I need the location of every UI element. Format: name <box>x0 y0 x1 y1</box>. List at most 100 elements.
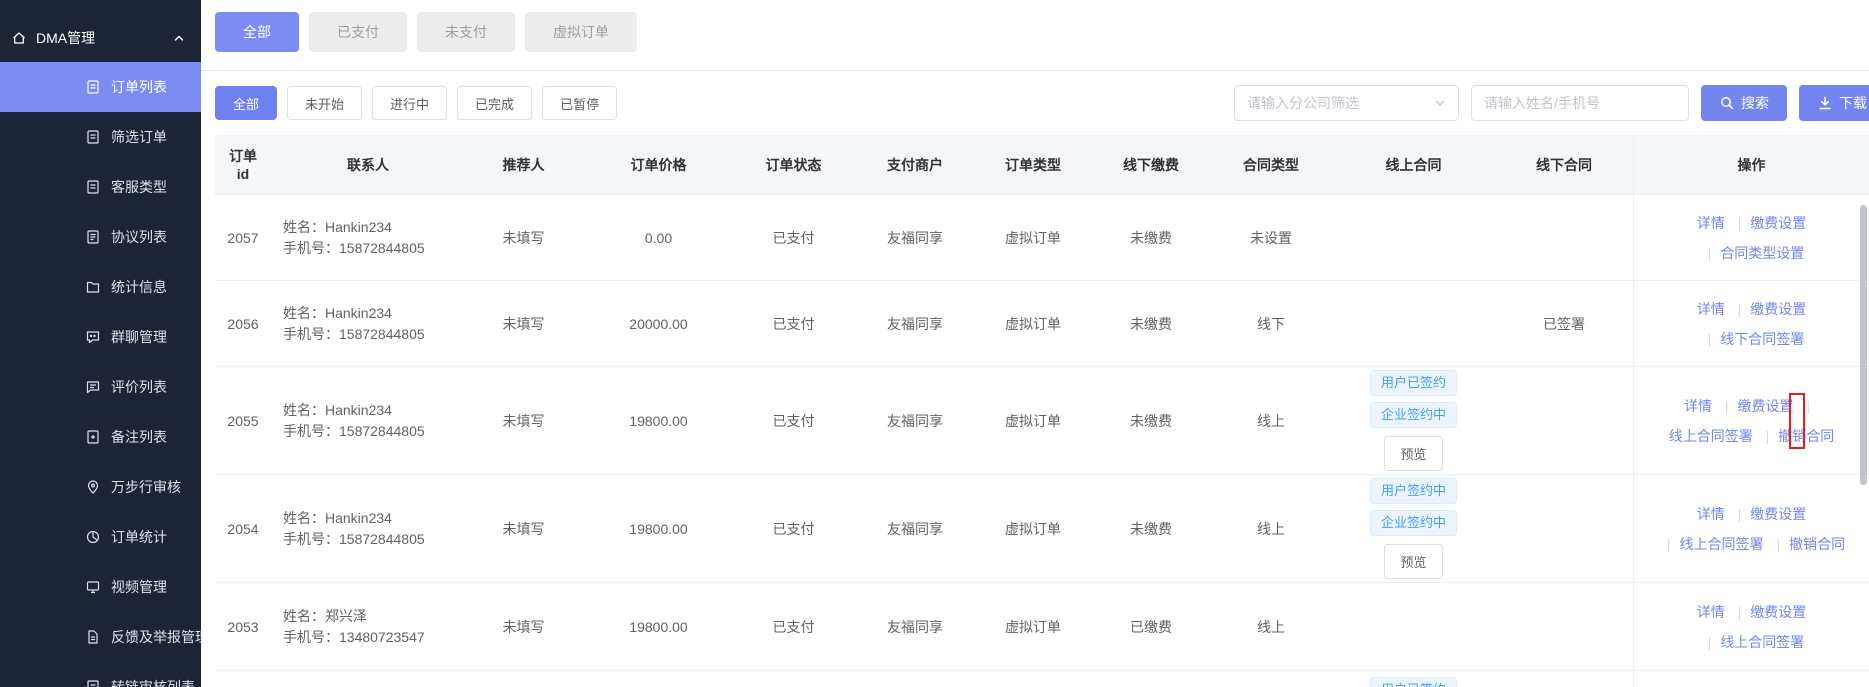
sidebar-item-statistics-info[interactable]: 统计信息 <box>0 262 201 312</box>
action-online-contract-sign-link[interactable]: 线上合同签署 <box>1699 634 1805 650</box>
sidebar-item-label: 评价列表 <box>111 379 167 395</box>
header-merchant: 支付商户 <box>887 156 943 173</box>
chevron-up-icon <box>174 35 184 41</box>
action-detail-link[interactable]: 详情 <box>1697 604 1725 620</box>
order-type-cell: 虚拟订单 <box>1005 412 1061 429</box>
contact-cell: 姓名：郑兴泽 手机号：13480723547 <box>271 583 461 670</box>
offline-pay-cell: 未缴费 <box>1130 229 1172 246</box>
action-online-contract-sign-link[interactable]: 线上合同签署 <box>1658 536 1764 552</box>
sidebar-item-label: 订单列表 <box>111 79 167 95</box>
contract-type-cell: 未设置 <box>1250 229 1292 246</box>
sidebar-item-feedback-report[interactable]: 反馈及举报管理 <box>0 612 201 662</box>
filter-completed-button[interactable]: 已完成 <box>457 86 533 120</box>
branch-filter-placeholder: 请输入分公司筛选 <box>1247 95 1359 111</box>
status-cell: 已支付 <box>772 520 815 537</box>
sidebar-item-review-list[interactable]: 评价列表 <box>0 362 201 412</box>
file-icon <box>88 630 98 644</box>
sidebar-item-label: 客服类型 <box>111 179 167 195</box>
sidebar-item-agreement-list[interactable]: 协议列表 <box>0 212 201 262</box>
name-phone-input[interactable] <box>1471 85 1689 121</box>
table-row-clipped: 用户已签约 <box>215 671 1869 687</box>
filter-paused-button[interactable]: 已暂停 <box>542 86 618 120</box>
preview-button[interactable]: 预览 <box>1384 436 1443 471</box>
document-icon <box>87 180 99 194</box>
sidebar-item-filter-orders[interactable]: 筛选订单 <box>0 112 201 162</box>
sidebar-group-dma[interactable]: DMA管理 <box>0 14 201 62</box>
header-offline-pay: 线下缴费 <box>1123 156 1179 173</box>
tab-all[interactable]: 全部 <box>215 12 299 52</box>
action-detail-link[interactable]: 详情 <box>1697 215 1725 231</box>
action-fee-setting-link[interactable]: 缴费设置 <box>1729 215 1807 231</box>
merchant-cell: 友福同享 <box>887 412 943 429</box>
order-type-cell: 虚拟订单 <box>1005 315 1061 332</box>
action-offline-contract-sign-link[interactable]: 线下合同签署 <box>1699 331 1805 347</box>
home-icon <box>13 32 25 44</box>
contact-phone: 手机号：15872844805 <box>283 530 425 547</box>
actions-cell: 详情 缴费设置 线上合同签署 撤销合同 <box>1633 367 1869 474</box>
table-row: 2057 姓名：Hankin234 手机号：15872844805 未填写 0.… <box>215 195 1869 281</box>
offline-contract-cell <box>1495 367 1633 474</box>
table-row: 2054 姓名：Hankin234 手机号：15872844805 未填写 19… <box>215 475 1869 583</box>
vertical-scrollbar[interactable] <box>1860 205 1867 485</box>
sidebar-item-label: 统计信息 <box>111 279 167 295</box>
sidebar-group-label: DMA管理 <box>36 30 96 46</box>
contact-cell: 姓名：Hankin234 手机号：15872844805 <box>271 281 461 366</box>
status-cell: 已支付 <box>772 315 815 332</box>
header-referrer: 推荐人 <box>502 156 545 173</box>
action-contract-type-setting-link[interactable]: 合同类型设置 <box>1699 245 1805 261</box>
filter-all-button[interactable]: 全部 <box>215 86 278 120</box>
search-icon <box>1721 97 1734 110</box>
tab-unpaid[interactable]: 未支付 <box>417 12 515 52</box>
action-detail-link[interactable]: 详情 <box>1684 398 1712 414</box>
order-id: 2054 <box>227 520 259 537</box>
contact-phone: 手机号：13480723547 <box>283 628 425 645</box>
action-detail-link[interactable]: 详情 <box>1697 301 1725 317</box>
sidebar-item-order-list[interactable]: 订单列表 <box>0 62 201 112</box>
action-fee-setting-link[interactable]: 缴费设置 <box>1729 506 1807 522</box>
sidebar-item-group-chat[interactable]: 群聊管理 <box>0 312 201 362</box>
search-button[interactable]: 搜索 <box>1701 85 1787 121</box>
merchant-cell: 友福同享 <box>887 315 943 332</box>
merchant-cell: 友福同享 <box>887 520 943 537</box>
action-fee-setting-link[interactable]: 缴费设置 <box>1716 398 1794 414</box>
offline-pay-cell: 未缴费 <box>1130 412 1172 429</box>
header-order-type: 订单类型 <box>1005 156 1061 173</box>
action-detail-link[interactable]: 详情 <box>1697 506 1725 522</box>
filter-not-started-button[interactable]: 未开始 <box>287 86 363 120</box>
header-contact: 联系人 <box>347 156 389 173</box>
online-contract-cell <box>1332 195 1495 280</box>
action-revoke-contract-link[interactable]: 撤销合同 <box>1757 428 1835 444</box>
branch-filter-select[interactable]: 请输入分公司筛选 <box>1234 85 1459 121</box>
status-cell: 已支付 <box>772 618 815 635</box>
offline-pay-cell: 未缴费 <box>1130 520 1172 537</box>
action-revoke-contract-link[interactable]: 撤销合同 <box>1767 536 1845 552</box>
sidebar-item-video-management[interactable]: 视频管理 <box>0 562 201 612</box>
sidebar-item-clipped[interactable]: 转链审核列表 <box>0 662 201 687</box>
order-type-cell: 虚拟订单 <box>1005 618 1061 635</box>
merchant-cell: 友福同享 <box>887 618 943 635</box>
contract-type-cell: 线上 <box>1257 618 1285 635</box>
referrer-cell: 未填写 <box>502 315 545 332</box>
tab-paid[interactable]: 已支付 <box>309 12 407 52</box>
online-contract-cell: 用户已签约 <box>1332 671 1495 687</box>
action-fee-setting-link[interactable]: 缴费设置 <box>1729 604 1807 620</box>
sidebar-item-wanbuxing-audit[interactable]: 万步行审核 <box>0 462 201 512</box>
action-fee-setting-link[interactable]: 缴费设置 <box>1729 301 1807 317</box>
order-id: 2057 <box>227 229 259 246</box>
sidebar-item-label: 万步行审核 <box>111 479 181 495</box>
action-online-contract-sign-link[interactable]: 线上合同签署 <box>1669 428 1753 444</box>
download-button[interactable]: 下载 <box>1799 85 1869 121</box>
referrer-cell: 未填写 <box>502 618 545 635</box>
status-cell: 已支付 <box>772 412 815 429</box>
filter-in-progress-button[interactable]: 进行中 <box>372 86 448 120</box>
sidebar-item-order-stats[interactable]: 订单统计 <box>0 512 201 562</box>
order-id: 2053 <box>227 618 259 635</box>
sidebar-item-label: 筛选订单 <box>111 129 167 145</box>
sidebar-item-notes-list[interactable]: 备注列表 <box>0 412 201 462</box>
preview-button[interactable]: 预览 <box>1384 544 1443 579</box>
sidebar-item-service-type[interactable]: 客服类型 <box>0 162 201 212</box>
tab-virtual-order[interactable]: 虚拟订单 <box>525 12 637 52</box>
monitor-icon <box>86 581 100 594</box>
offline-contract-cell <box>1495 475 1633 582</box>
contact-phone: 手机号：15872844805 <box>283 325 425 342</box>
